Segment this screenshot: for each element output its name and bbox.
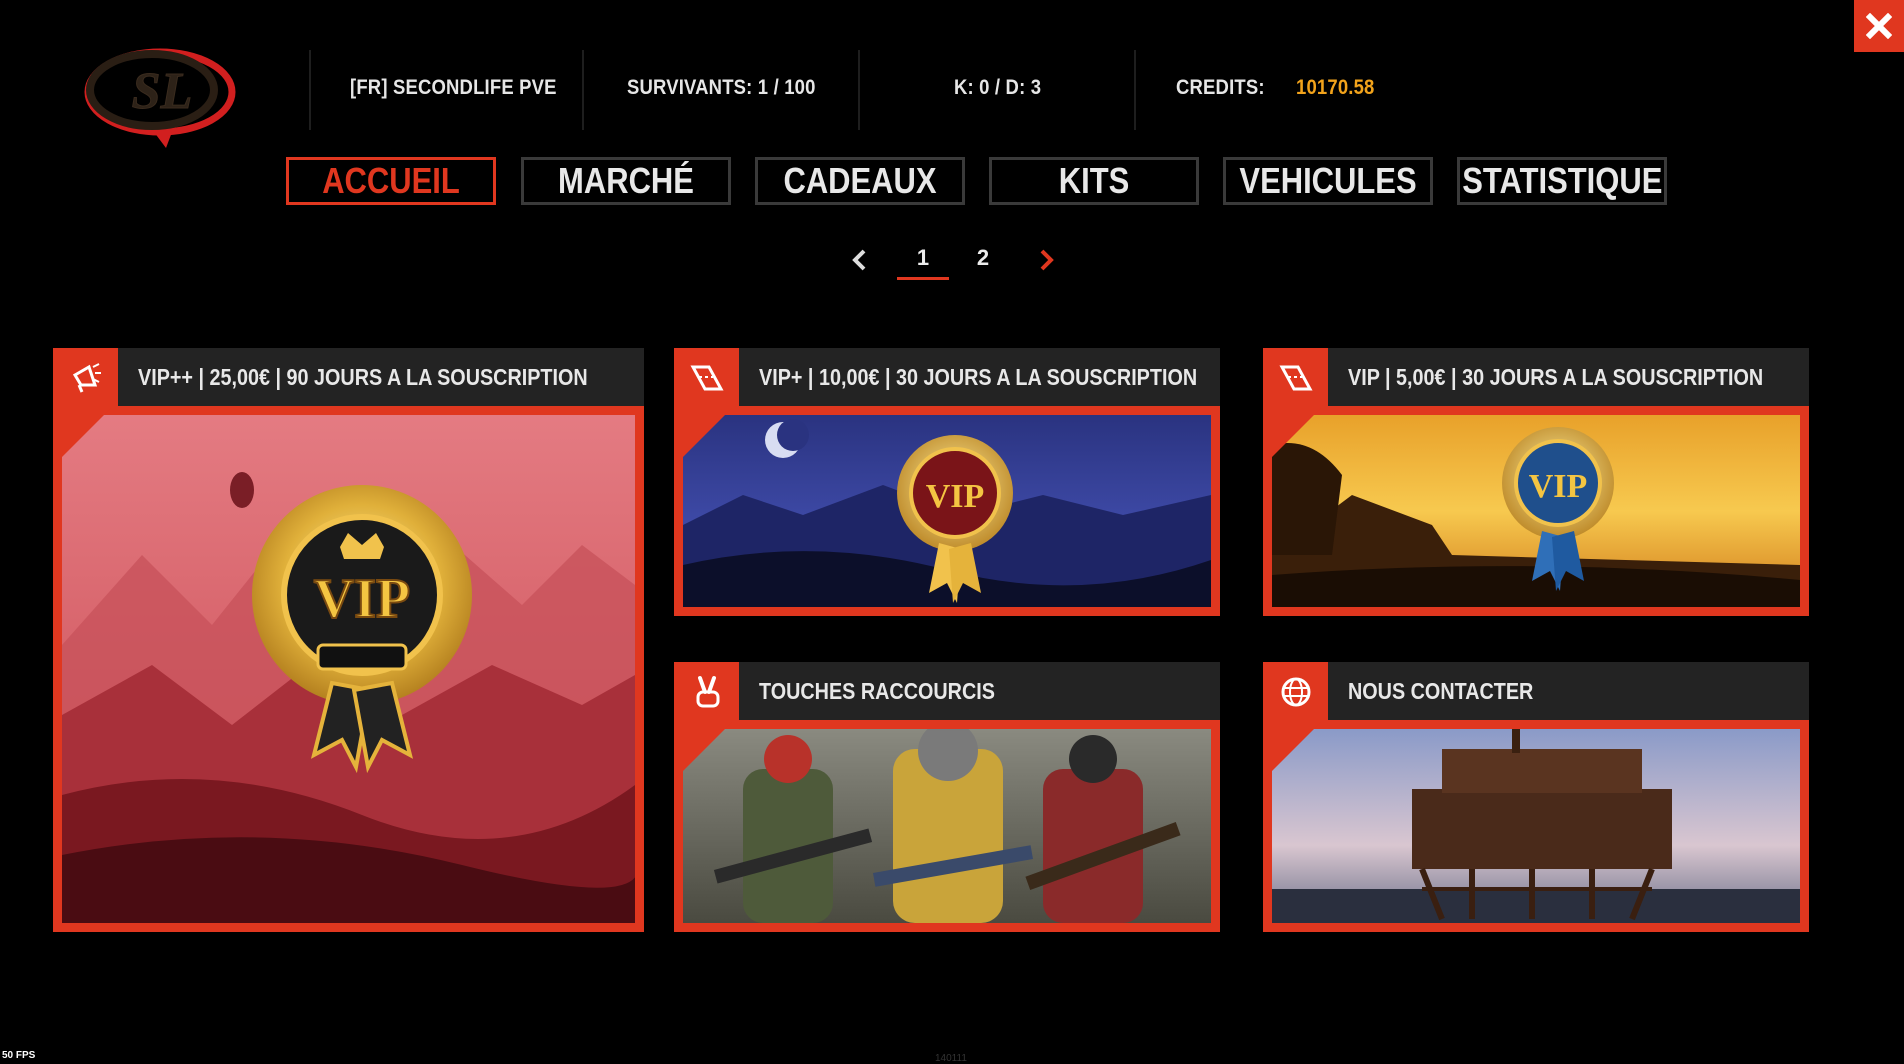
card-corner [1263, 662, 1328, 722]
card-title: TOUCHES RACCOURCIS [759, 678, 995, 704]
card-corner [674, 662, 739, 722]
credits-value: 10170.58 [1296, 76, 1375, 99]
card-header: VIP++ | 25,00€ | 90 JOURS A LA SOUSCRIPT… [53, 348, 644, 408]
card-title: VIP+ | 10,00€ | 30 JOURS A LA SOUSCRIPTI… [759, 364, 1198, 390]
card-title: VIP | 5,00€ | 30 JOURS A LA SOUSCRIPTION [1348, 364, 1764, 390]
card-title: NOUS CONTACTER [1348, 678, 1534, 704]
card-title: VIP++ | 25,00€ | 90 JOURS A LA SOUSCRIPT… [138, 364, 588, 390]
tab-marche[interactable]: MARCHÉ [521, 157, 731, 205]
fps-counter: 50 FPS [2, 1050, 36, 1061]
header-divider [309, 50, 311, 130]
chevron-left-icon [852, 249, 866, 271]
vip-plus-plus-card[interactable]: VIP++ | 25,00€ | 90 JOURS A LA SOUSCRIPT… [53, 348, 644, 932]
vip-badge-text: VIP [1529, 468, 1588, 505]
pager-prev-button[interactable] [847, 246, 873, 274]
logo-text: SL [132, 63, 193, 120]
card-corner-triangle [1263, 720, 1323, 780]
contact-card[interactable]: NOUS CONTACTER [1263, 662, 1809, 932]
tab-cadeaux[interactable]: CADEAUX [755, 157, 965, 205]
card-corner [53, 348, 118, 408]
card-corner-triangle [674, 406, 734, 466]
globe-icon [1281, 677, 1310, 707]
pager-page-1[interactable]: 1 [897, 244, 949, 280]
close-button[interactable] [1854, 0, 1904, 52]
card-corner [674, 348, 739, 408]
card-corner-triangle [1263, 406, 1323, 466]
pager-page-2[interactable]: 2 [957, 244, 1009, 280]
server-name: [FR] SECONDLIFE PVE [350, 76, 557, 99]
pager-next-button[interactable] [1033, 246, 1059, 274]
vip-plus-image: VIP [674, 406, 1220, 616]
shortcuts-image [674, 720, 1220, 932]
card-header: VIP+ | 10,00€ | 30 JOURS A LA SOUSCRIPTI… [674, 348, 1220, 408]
tab-vehicules[interactable]: VEHICULES [1223, 157, 1433, 205]
header-divider [1134, 50, 1136, 130]
megaphone-icon [72, 363, 101, 393]
card-corner-triangle [53, 406, 113, 466]
header-divider [582, 50, 584, 130]
vip-badge-text: VIP [314, 568, 410, 630]
vip-card[interactable]: VIP | 5,00€ | 30 JOURS A LA SOUSCRIPTION [1263, 348, 1809, 616]
ticket-icon [689, 365, 724, 391]
build-id: 140111 [935, 1053, 967, 1064]
card-header: NOUS CONTACTER [1263, 662, 1809, 722]
tab-kits[interactable]: KITS [989, 157, 1199, 205]
tab-accueil[interactable]: ACCUEIL [286, 157, 496, 205]
card-corner-triangle [674, 720, 734, 780]
vip-plus-card[interactable]: VIP+ | 10,00€ | 30 JOURS A LA SOUSCRIPTI… [674, 348, 1220, 616]
shortcuts-card[interactable]: TOUCHES RACCOURCIS [674, 662, 1220, 932]
ticket-icon [1278, 365, 1313, 391]
vip-plus-plus-image: VIP [53, 406, 644, 932]
vip-image: VIP [1263, 406, 1809, 616]
header-divider [858, 50, 860, 130]
card-corner [1263, 348, 1328, 408]
kill-death-ratio: K: 0 / D: 3 [954, 76, 1042, 99]
credits-label: CREDITS: [1176, 76, 1265, 99]
vip-badge-text: VIP [926, 478, 985, 515]
survivors-count: SURVIVANTS: 1 / 100 [627, 76, 816, 99]
chevron-right-icon [1040, 249, 1054, 271]
tab-statistique[interactable]: STATISTIQUE [1457, 157, 1667, 205]
close-icon [1866, 13, 1892, 39]
contact-image [1263, 720, 1809, 932]
server-logo: SL [80, 32, 248, 152]
card-header: VIP | 5,00€ | 30 JOURS A LA SOUSCRIPTION [1263, 348, 1809, 408]
card-header: TOUCHES RACCOURCIS [674, 662, 1220, 722]
peace-hand-icon [696, 676, 719, 708]
